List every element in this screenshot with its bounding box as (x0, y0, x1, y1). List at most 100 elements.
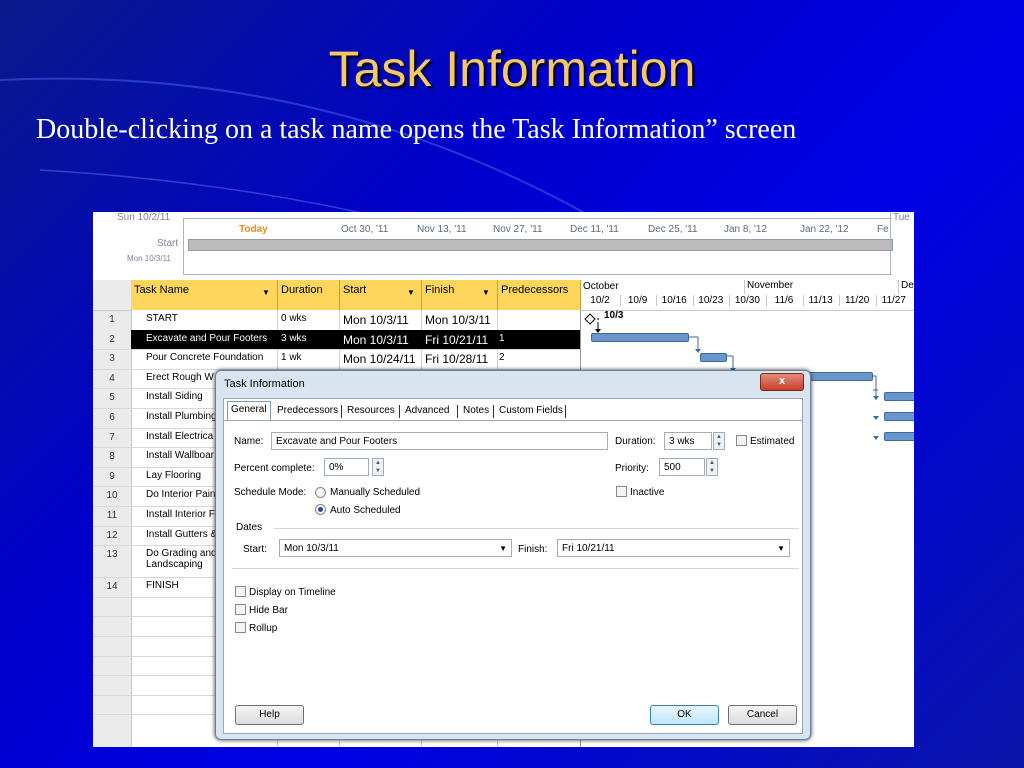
priority-field[interactable]: 500 (659, 458, 705, 476)
duration-cell[interactable]: 3 wks (281, 333, 307, 344)
close-button[interactable]: x (760, 373, 804, 391)
timeline[interactable]: Sun 10/2/11 Today Oct 30, '11 Nov 13, '1… (93, 212, 914, 281)
cancel-button[interactable]: Cancel (728, 705, 797, 725)
tab-general[interactable]: General (227, 401, 271, 420)
tab-predecessors[interactable]: Predecessors (274, 403, 341, 419)
dropdown-arrow-icon: ▼ (499, 544, 507, 553)
tab-custom-fields[interactable]: Custom Fields (496, 403, 566, 419)
gantt-bar[interactable] (884, 392, 914, 401)
duration-field[interactable]: 3 wks (664, 432, 712, 450)
task-information-dialog: Task Information x General Predecessors … (215, 370, 811, 740)
row-number[interactable]: 11 (93, 510, 131, 521)
col-header-label: Task Name (134, 284, 190, 296)
timeline-tick: Jan 22, '12 (800, 224, 849, 235)
row-number[interactable]: 6 (93, 412, 131, 423)
finish-cell[interactable]: Fri 10/21/11 (425, 333, 488, 347)
gantt-week: 11/20 (839, 295, 874, 306)
row-number[interactable]: 2 (93, 329, 131, 349)
tab-advanced[interactable]: Advanced (402, 403, 452, 419)
start-cell[interactable]: Mon 10/3/11 (343, 313, 409, 327)
duration-cell[interactable]: 1 wk (281, 352, 302, 363)
row-number[interactable]: 5 (93, 392, 131, 403)
gantt-month-header: October November De (581, 280, 914, 295)
dialog-title: Task Information (224, 378, 305, 390)
timeline-tick: Jan 8, '12 (724, 224, 768, 235)
rollup-label: Rollup (249, 623, 278, 634)
row-number[interactable]: 1 (93, 314, 131, 325)
gantt-bar[interactable] (700, 353, 727, 362)
hide-bar-checkbox[interactable] (235, 604, 246, 615)
gantt-month: November (744, 280, 793, 294)
filter-arrow-icon[interactable]: ▼ (262, 288, 270, 297)
hide-bar-label: Hide Bar (249, 605, 288, 616)
col-header-start[interactable]: Start ▼ (340, 280, 422, 310)
start-cell[interactable]: Mon 10/24/11 (343, 352, 416, 366)
priority-spinner[interactable]: ▲ ▼ (706, 458, 718, 476)
tab-notes[interactable]: Notes (460, 403, 492, 419)
timeline-tick: Dec 11, '11 (570, 224, 619, 235)
timeline-tick: Oct 30, '11 (341, 224, 389, 235)
duration-label: Duration: (615, 436, 656, 447)
row-number[interactable]: 4 (93, 373, 131, 384)
gantt-week: 10/16 (656, 295, 691, 306)
gantt-week: 11/27 (875, 295, 911, 306)
auto-scheduled-radio[interactable] (315, 504, 326, 515)
start-cell[interactable]: Mon 10/3/11 (343, 333, 409, 347)
help-button[interactable]: Help (235, 705, 304, 725)
filter-arrow-icon[interactable]: ▼ (482, 288, 490, 297)
gantt-bar[interactable] (884, 412, 914, 421)
col-header-predecessors[interactable]: Predecessors (498, 280, 581, 310)
name-field[interactable]: Excavate and Pour Footers (271, 432, 608, 450)
options-separator (232, 568, 799, 569)
auto-scheduled-label: Auto Scheduled (330, 505, 401, 516)
row-number[interactable]: 9 (93, 471, 131, 482)
dialog-body: General Predecessors Resources Advanced … (223, 398, 803, 734)
schedule-mode-label: Schedule Mode: (234, 487, 307, 498)
display-on-timeline-label: Display on Timeline (249, 587, 336, 598)
gantt-week: 10/9 (619, 295, 655, 306)
tab-resources[interactable]: Resources (344, 403, 398, 419)
start-dropdown[interactable]: Mon 10/3/11 ▼ (279, 539, 512, 557)
select-all-corner[interactable] (93, 280, 131, 311)
row-number[interactable]: 8 (93, 451, 131, 462)
percent-complete-field[interactable]: 0% (324, 458, 369, 476)
row-number[interactable]: 12 (93, 530, 131, 541)
percent-spinner[interactable]: ▲ ▼ (372, 458, 384, 476)
row-number[interactable]: 13 (93, 549, 131, 560)
finish-cell[interactable]: Fri 10/28/11 (425, 352, 488, 366)
table-row[interactable]: 3 Pour Concrete Foundation 1 wk Mon 10/24/1… (93, 349, 580, 370)
row-number[interactable]: 7 (93, 432, 131, 443)
rollup-checkbox[interactable] (235, 622, 246, 633)
predecessors-cell[interactable]: 1 (499, 333, 505, 344)
row-number[interactable]: 3 (93, 353, 131, 364)
row-number[interactable]: 14 (93, 581, 131, 592)
name-label: Name: (234, 436, 264, 447)
col-header-task-name[interactable]: Task Name ▼ (131, 280, 278, 310)
tab-separator (457, 405, 458, 418)
finish-cell[interactable]: Mon 10/3/11 (425, 313, 491, 327)
duration-spinner[interactable]: ▲ ▼ (713, 432, 725, 450)
manual-scheduled-radio[interactable] (315, 487, 326, 498)
display-on-timeline-checkbox[interactable] (235, 586, 246, 597)
col-header-duration[interactable]: Duration (278, 280, 340, 310)
milestone-icon (584, 313, 596, 325)
finish-dropdown[interactable]: Fri 10/21/11 ▼ (557, 539, 790, 557)
row-number[interactable]: 10 (93, 490, 131, 501)
col-header-label: Finish (425, 284, 455, 296)
timeline-today: Today (239, 224, 268, 235)
gantt-bar[interactable] (884, 432, 914, 441)
duration-cell[interactable]: 0 wks (281, 313, 307, 324)
tab-separator (565, 405, 566, 418)
col-header-finish[interactable]: Finish ▼ (422, 280, 498, 310)
table-row[interactable]: 2 Excavate and Pour Footers 3 wks Mon 10/3/… (93, 329, 580, 351)
predecessors-cell[interactable]: 2 (499, 352, 505, 363)
timeline-tick: Fe (877, 224, 889, 235)
gantt-bar[interactable] (591, 333, 689, 342)
table-row[interactable]: 1 START 0 wks Mon 10/3/11 Mon 10/3/11 (93, 310, 580, 331)
tab-separator (341, 405, 342, 418)
filter-arrow-icon[interactable]: ▼ (407, 288, 415, 297)
timeline-tick: Nov 27, '11 (493, 224, 543, 235)
estimated-checkbox[interactable] (736, 435, 747, 446)
ok-button[interactable]: OK (650, 705, 719, 725)
inactive-checkbox[interactable] (616, 486, 627, 497)
